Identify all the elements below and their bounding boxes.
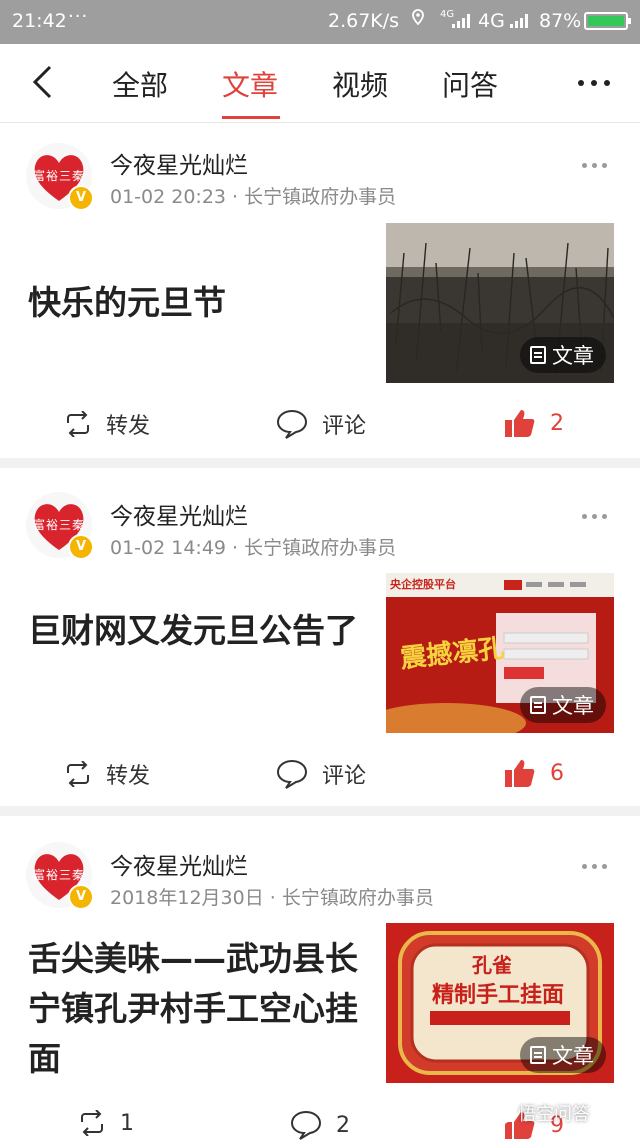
article-tag-label: 文章 (552, 694, 594, 718)
avatar[interactable]: 富裕三秦 V (26, 842, 94, 910)
avatar[interactable]: 富裕三秦 V (26, 492, 94, 560)
post-card[interactable]: 富裕三秦 V 今夜星光灿烂 01-02 20:23 · 长宁镇政府办事员 快乐的… (0, 123, 640, 458)
post-title[interactable]: 巨财网又发元旦公告了 (28, 606, 368, 656)
top-nav: 全部 文章 视频 问答 (0, 44, 640, 123)
document-icon (530, 1046, 546, 1064)
back-arrow-icon[interactable] (30, 64, 56, 100)
avatar-logo-text: 富裕三秦 (32, 518, 85, 532)
card-more-icon[interactable] (582, 514, 607, 519)
location-icon (412, 9, 424, 25)
author-name[interactable]: 今夜星光灿烂 (110, 847, 248, 881)
article-tag-label: 文章 (552, 1044, 594, 1068)
comment-count: 2 (336, 1112, 350, 1138)
watermark-logo-icon (488, 1101, 512, 1125)
thumb-big-text: 精制手工挂面 (432, 982, 565, 1008)
card-more-icon[interactable] (582, 864, 607, 869)
comment-icon (276, 759, 308, 789)
repost-button[interactable]: 1 (78, 1110, 134, 1136)
network-type: 4G (478, 10, 505, 32)
like-count: 2 (550, 410, 564, 436)
comment-label: 评论 (322, 414, 367, 439)
document-icon (530, 346, 546, 364)
post-meta: 2018年12月30日 · 长宁镇政府办事员 (110, 887, 434, 909)
repost-count: 1 (120, 1110, 134, 1136)
verified-badge-icon: V (68, 534, 94, 560)
status-bar: 21:42 ··· 2.67K/s 4G 4G 87% (0, 0, 640, 44)
thumbs-up-icon (505, 410, 535, 437)
comment-icon (276, 409, 308, 439)
network-speed: 2.67K/s (328, 10, 400, 32)
post-meta: 01-02 20:23 · 长宁镇政府办事员 (110, 186, 397, 208)
post-card[interactable]: 富裕三秦 V 今夜星光灿烂 01-02 14:49 · 长宁镇政府办事员 巨财网… (0, 468, 640, 806)
thumb-brand-text: 孔雀 (472, 953, 512, 977)
author-name[interactable]: 今夜星光灿烂 (110, 497, 248, 531)
comment-icon (290, 1110, 322, 1140)
repost-label: 转发 (106, 764, 151, 789)
comment-button[interactable]: 评论 (276, 758, 366, 790)
comment-button[interactable]: 2 (290, 1110, 350, 1140)
thumb-header-text: 央企控股平台 (390, 578, 456, 591)
comment-button[interactable]: 评论 (276, 408, 366, 440)
verified-badge-icon: V (68, 884, 94, 910)
repost-icon (67, 761, 89, 787)
post-thumbnail[interactable]: 央企控股平台 震撼凛孔 文章 (386, 573, 614, 733)
thumbs-up-icon (505, 760, 535, 787)
watermark-text: 悟空问答 (518, 1104, 590, 1125)
tab-articles[interactable]: 文章 (222, 64, 278, 104)
like-button[interactable]: 2 (504, 408, 564, 438)
battery-percent: 87% (539, 10, 582, 32)
repost-button[interactable]: 转发 (64, 408, 150, 440)
like-button[interactable]: 6 (504, 758, 564, 788)
post-thumbnail[interactable]: 文章 (386, 223, 614, 383)
post-title[interactable]: 快乐的元旦节 (28, 278, 368, 328)
repost-icon (67, 411, 89, 437)
watermark: 悟空问答 (488, 1100, 590, 1126)
article-tag-label: 文章 (552, 344, 594, 368)
card-more-icon[interactable] (582, 163, 607, 168)
post-title[interactable]: 舌尖美味——武功县长宁镇孔尹村手工空心挂面 (28, 934, 368, 1084)
post-card[interactable]: 富裕三秦 V 今夜星光灿烂 2018年12月30日 · 长宁镇政府办事员 舌尖美… (0, 816, 640, 1140)
repost-label: 转发 (106, 414, 151, 439)
repost-button[interactable]: 转发 (64, 758, 150, 790)
card-separator (0, 806, 640, 816)
status-dots: ··· (68, 6, 89, 27)
signal-bars-icon-2 (510, 12, 528, 28)
repost-icon (81, 1110, 103, 1136)
more-menu-icon[interactable] (578, 80, 610, 86)
active-tab-indicator (222, 116, 280, 119)
battery-icon (584, 12, 631, 30)
tab-videos[interactable]: 视频 (332, 64, 388, 104)
comment-label: 评论 (322, 764, 367, 789)
document-icon (530, 696, 546, 714)
article-tag: 文章 (520, 337, 606, 373)
post-thumbnail[interactable]: 孔雀 精制手工挂面 文章 (386, 923, 614, 1083)
tab-qa[interactable]: 问答 (442, 64, 498, 104)
article-tag: 文章 (520, 1037, 606, 1073)
post-meta: 01-02 14:49 · 长宁镇政府办事员 (110, 537, 397, 559)
avatar-logo-text: 富裕三秦 (32, 169, 85, 183)
signal-bars-icon-1 (452, 12, 470, 28)
author-name[interactable]: 今夜星光灿烂 (110, 146, 248, 180)
avatar[interactable]: 富裕三秦 V (26, 143, 94, 211)
article-tag: 文章 (520, 687, 606, 723)
avatar-logo-text: 富裕三秦 (32, 868, 85, 882)
card-separator (0, 458, 640, 468)
status-time: 21:42 (12, 10, 67, 32)
like-count: 6 (550, 760, 564, 786)
verified-badge-icon: V (68, 185, 94, 211)
tab-all[interactable]: 全部 (112, 64, 168, 104)
